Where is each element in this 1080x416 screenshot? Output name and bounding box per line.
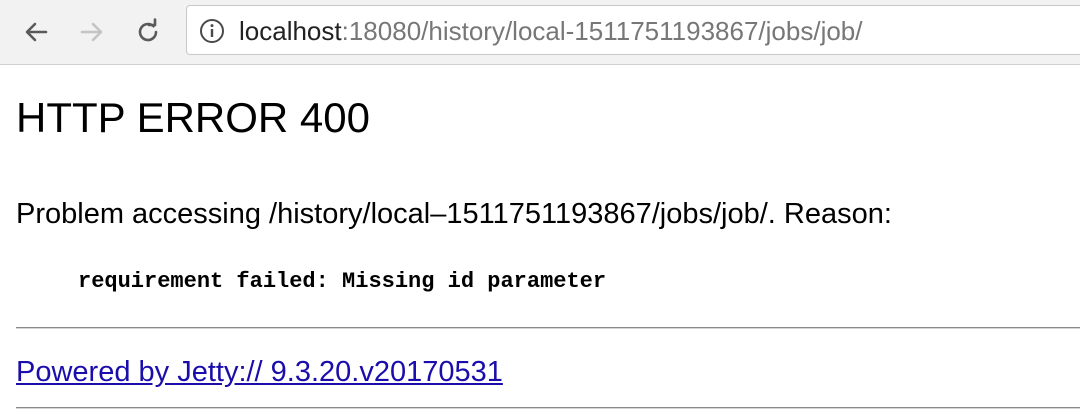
arrow-left-icon [25, 22, 48, 42]
error-reason: requirement failed: Missing id parameter [78, 269, 607, 294]
arrow-right-icon [80, 22, 103, 42]
powered-by-link[interactable]: Powered by Jetty:// 9.3.20.v20170531 [16, 354, 503, 390]
divider-top [16, 327, 1080, 329]
page-title: HTTP ERROR 400 [16, 94, 370, 141]
problem-message: Problem accessing /history/local–1511751… [16, 198, 892, 230]
reload-button[interactable] [128, 12, 168, 52]
reload-icon [138, 18, 158, 42]
browser-toolbar: localhost:18080/history/local-1511751193… [0, 0, 1080, 65]
info-circle-icon[interactable] [199, 18, 225, 44]
url-path: :18080/history/local-1511751193867/jobs/… [341, 16, 863, 46]
url-text[interactable]: localhost:18080/history/local-1511751193… [239, 15, 863, 47]
divider-bottom [16, 407, 1080, 409]
forward-button[interactable] [72, 12, 112, 52]
url-host: localhost [239, 16, 342, 46]
back-button[interactable] [16, 12, 56, 52]
address-bar[interactable]: localhost:18080/history/local-1511751193… [186, 5, 1080, 55]
